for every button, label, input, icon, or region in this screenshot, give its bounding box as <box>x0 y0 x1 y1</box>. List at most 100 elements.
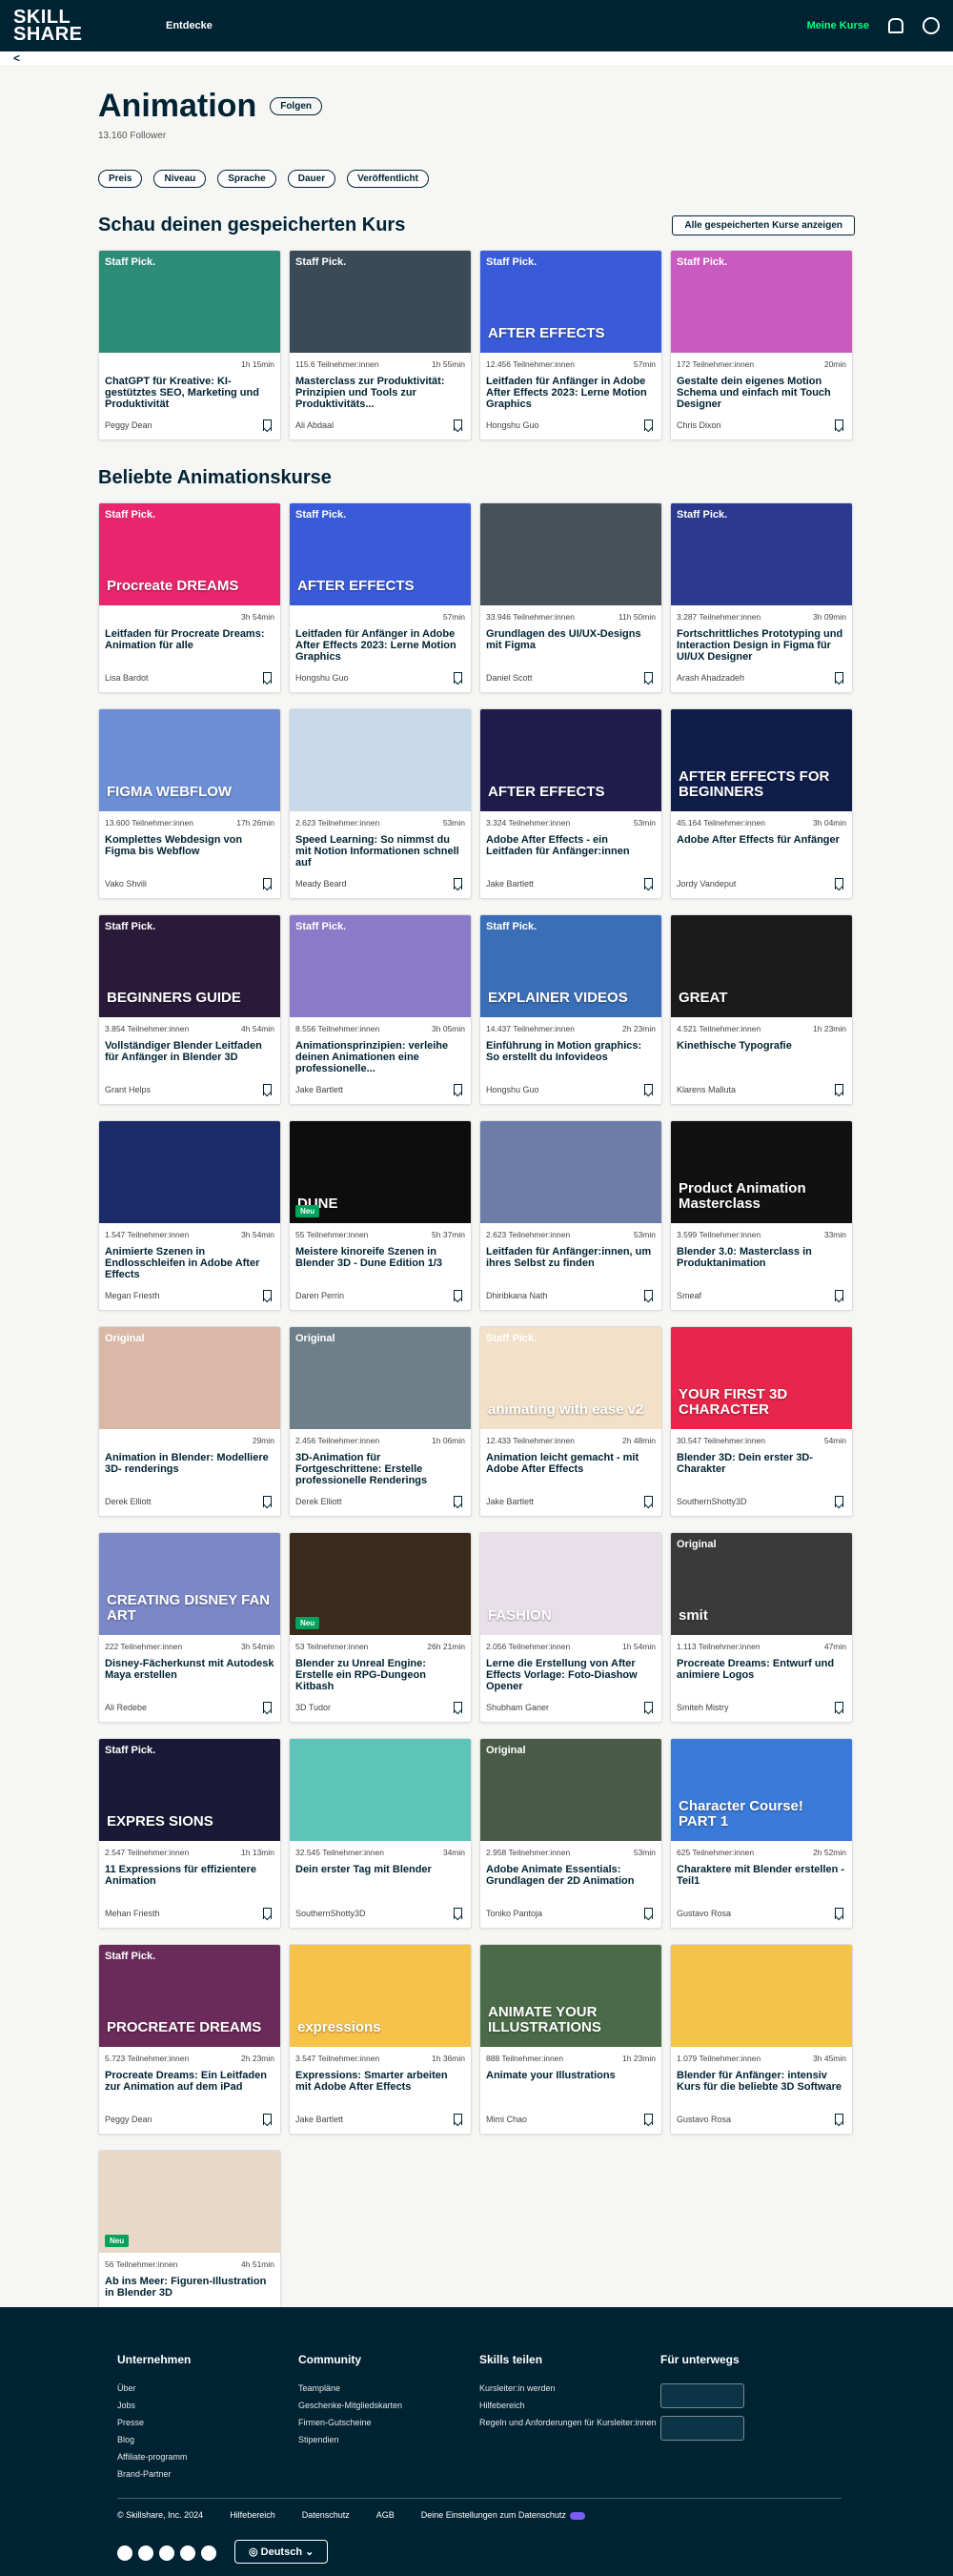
course-title[interactable]: Procreate Dreams: Entwurf und animiere L… <box>671 1651 852 1699</box>
footer-link[interactable]: Über <box>117 2383 298 2393</box>
course-title[interactable]: Animate your Illustrations <box>480 2063 661 2111</box>
bookmark-icon[interactable] <box>454 1084 462 1095</box>
course-card[interactable]: Staff Pick. AFTER EFFECTS 57min Leitfaden f… <box>289 502 472 693</box>
course-author[interactable]: Hongshu Guo <box>486 420 539 430</box>
course-card[interactable]: Staff Pick. AFTER EFFECTS 12.456 Teilnehme… <box>479 250 662 440</box>
bookmark-icon[interactable] <box>835 1702 843 1713</box>
course-author[interactable]: Gustavo Rosa <box>677 1909 731 1918</box>
show-all-saved-button[interactable]: Alle gespeicherten Kurse anzeigen <box>672 215 855 235</box>
course-card[interactable]: Character Course! PART 1 625 Teilnehmer:i… <box>670 1738 853 1929</box>
course-thumbnail[interactable]: Original smit <box>671 1533 852 1635</box>
course-author[interactable]: Jordy Vandeput <box>677 879 736 889</box>
footer-link[interactable]: Jobs <box>117 2401 298 2410</box>
course-thumbnail[interactable]: Neu <box>99 2151 280 2253</box>
course-title[interactable]: Grundlagen des UI/UX-Designs mit Figma <box>480 622 661 669</box>
bookmark-icon[interactable] <box>454 1290 462 1301</box>
course-card[interactable]: ANIMATE YOUR ILLUSTRATIONS 888 Teilnehmer… <box>479 1944 662 2135</box>
course-title[interactable]: Blender 3D: Dein erster 3D-Charakter <box>671 1445 852 1493</box>
course-thumbnail[interactable]: FIGMA WEBFLOW <box>99 709 280 811</box>
youtube-icon[interactable] <box>201 2545 216 2561</box>
course-title[interactable]: Speed Learning: So nimmst du mit Notion … <box>290 828 471 875</box>
course-thumbnail[interactable]: Staff Pick. AFTER EFFECTS <box>480 251 661 353</box>
footer-link[interactable]: Firmen-Gutscheine <box>298 2418 479 2427</box>
course-card[interactable]: 1.079 Teilnehmer:innen 3h 45min Blender fü… <box>670 1944 853 2135</box>
course-author[interactable]: Meady Beard <box>295 879 347 889</box>
footer-link-privacy-settings[interactable]: Deine Einstellungen zum Datenschutz <box>421 2510 585 2520</box>
course-thumbnail[interactable]: Original <box>290 1327 471 1429</box>
footer-link[interactable]: Presse <box>117 2418 298 2427</box>
course-author[interactable]: Toniko Pantoja <box>486 1909 542 1918</box>
course-title[interactable]: Animationsprinzipien: verleihe deinen An… <box>290 1033 471 1081</box>
bookmark-icon[interactable] <box>644 1290 653 1301</box>
course-title[interactable]: ChatGPT für Kreative: KI-gestütztes SEO,… <box>99 369 280 417</box>
course-author[interactable]: Jake Bartlett <box>295 2115 343 2124</box>
course-thumbnail[interactable]: Staff Pick. <box>671 503 852 605</box>
course-thumbnail[interactable] <box>480 503 661 605</box>
course-thumbnail[interactable] <box>290 709 471 811</box>
course-title[interactable]: Kinethische Typografie <box>671 1033 852 1081</box>
course-card[interactable]: AFTER EFFECTS 3.324 Teilnehmer:innen 53min… <box>479 708 662 899</box>
course-author[interactable]: Ali Abdaal <box>295 420 334 430</box>
course-card[interactable]: Original 2.958 Teilnehmer:innen 53min Adobe… <box>479 1738 662 1929</box>
footer-link[interactable]: Teampläne <box>298 2383 479 2393</box>
bookmark-icon[interactable] <box>644 1702 653 1713</box>
course-thumbnail[interactable]: Original <box>480 1739 661 1841</box>
course-author[interactable]: Mimi Chao <box>486 2115 527 2124</box>
course-title[interactable]: Leitfaden für Anfänger in Adobe After Ef… <box>480 369 661 417</box>
course-card[interactable]: Original smit 1.113 Teilnehmer:innen 47min P… <box>670 1532 853 1723</box>
course-thumbnail[interactable]: Product Animation Masterclass <box>671 1121 852 1223</box>
footer-link[interactable]: Geschenke-Mitgliedskarten <box>298 2401 479 2410</box>
course-author[interactable]: 3D Tudor <box>295 1703 331 1712</box>
bookmark-icon[interactable] <box>644 2114 653 2125</box>
course-card[interactable]: DUNE Neu 55 Teilnehmer:innen 5h 37min Meiste… <box>289 1120 472 1311</box>
bookmark-icon[interactable] <box>644 1084 653 1095</box>
course-author[interactable]: Jake Bartlett <box>486 879 534 889</box>
bookmark-icon[interactable] <box>263 1496 272 1507</box>
footer-link[interactable]: Affiliate-programm <box>117 2452 298 2462</box>
course-title[interactable]: Meistere kinoreife Szenen in Blender 3D … <box>290 1239 471 1287</box>
course-thumbnail[interactable]: Staff Pick. <box>99 251 280 353</box>
course-card[interactable]: 33.946 Teilnehmer:innen 11h 50min Grundlag… <box>479 502 662 693</box>
course-thumbnail[interactable]: GREAT <box>671 915 852 1017</box>
footer-link[interactable]: Blog <box>117 2435 298 2444</box>
profile-avatar-icon[interactable] <box>923 17 940 34</box>
course-title[interactable]: Masterclass zur Produktivität: Prinzipie… <box>290 369 471 417</box>
course-thumbnail[interactable]: YOUR FIRST 3D CHARACTER <box>671 1327 852 1429</box>
course-title[interactable]: Blender zu Unreal Engine: Erstelle ein R… <box>290 1651 471 1699</box>
course-thumbnail[interactable]: CREATING DISNEY FAN ART <box>99 1533 280 1635</box>
bookmark-icon[interactable] <box>263 1084 272 1095</box>
course-author[interactable]: Shubham Ganer <box>486 1703 549 1712</box>
course-author[interactable]: Arash Ahadzadeh <box>677 673 744 683</box>
filter-language-dropdown[interactable]: Sprache <box>217 170 276 188</box>
course-thumbnail[interactable]: Staff Pick. EXPLAINER VIDEOS <box>480 915 661 1017</box>
bookmark-icon[interactable] <box>644 1908 653 1919</box>
course-thumbnail[interactable]: DUNE Neu <box>290 1121 471 1223</box>
course-author[interactable]: SouthernShotty3D <box>677 1497 747 1506</box>
facebook-icon[interactable] <box>117 2545 132 2561</box>
bookmark-icon[interactable] <box>835 672 843 684</box>
course-thumbnail[interactable]: Character Course! PART 1 <box>671 1739 852 1841</box>
course-thumbnail[interactable] <box>480 1121 661 1223</box>
course-thumbnail[interactable]: Staff Pick. Procreate DREAMS <box>99 503 280 605</box>
filter-duration-dropdown[interactable]: Dauer <box>287 170 336 188</box>
course-thumbnail[interactable]: Neu <box>290 1533 471 1635</box>
bookmark-icon[interactable] <box>263 419 272 431</box>
course-author[interactable]: Jake Bartlett <box>486 1497 534 1506</box>
course-author[interactable]: Derek Elliott <box>295 1497 342 1506</box>
course-thumbnail[interactable]: Staff Pick. PROCREATE DREAMS <box>99 1945 280 2047</box>
course-title[interactable]: Dein erster Tag mit Blender <box>290 1857 471 1905</box>
bookmark-icon[interactable] <box>835 1908 843 1919</box>
course-thumbnail[interactable]: FASHION <box>480 1533 661 1635</box>
course-thumbnail[interactable]: AFTER EFFECTS <box>480 709 661 811</box>
course-card[interactable]: Staff Pick. 115.6 Teilnehmer:innen 1h 55mi… <box>289 250 472 440</box>
bookmark-icon[interactable] <box>454 419 462 431</box>
course-author[interactable]: Chris Dixon <box>677 420 721 430</box>
language-selector[interactable]: ◎ Deutsch ⌄ <box>234 2540 329 2564</box>
course-card[interactable]: GREAT 4.521 Teilnehmer:innen 1h 23min Kinet… <box>670 914 853 1105</box>
course-title[interactable]: Blender 3.0: Masterclass in Produktanima… <box>671 1239 852 1287</box>
footer-link[interactable]: Brand-Partner <box>117 2469 298 2479</box>
footer-link-privacy[interactable]: Datenschutz <box>302 2510 350 2520</box>
footer-link-help[interactable]: Hilfebereich <box>230 2510 275 2520</box>
explore-menu-button[interactable]: Entdecke <box>166 20 213 31</box>
course-author[interactable]: Smiteh Mistry <box>677 1703 729 1712</box>
